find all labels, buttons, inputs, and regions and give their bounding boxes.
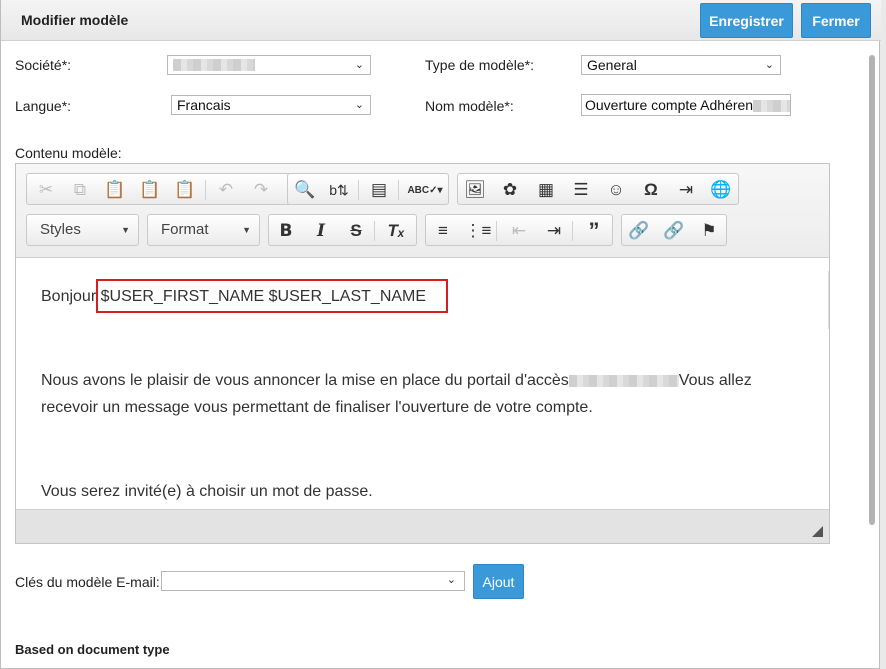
paragraph-group: ≡ ⋮≡ ⇤ ⇥ ”: [425, 214, 613, 246]
unlink-icon[interactable]: 🔗: [661, 219, 687, 243]
indent-icon[interactable]: ⇥: [541, 219, 567, 243]
insert-group: 🖼 ✿ ▦ ☰ ☺ Ω ⇥ 🌐: [457, 173, 739, 205]
outdent-icon[interactable]: ⇤: [506, 219, 532, 243]
find-icon[interactable]: 🔍: [292, 178, 318, 202]
rich-text-editor: ✂ ⧉ 📋 📋 📋 ↶ ↷ 🔍 b⇅ ▤ ABC ✓▾ 🖼 ✿ ▦ ☰ ☺ Ω …: [15, 163, 830, 544]
select-all-icon[interactable]: ▤: [366, 178, 392, 202]
link-icon[interactable]: 🔗: [626, 219, 652, 243]
dialog-title: Modifier modèle: [21, 12, 129, 28]
image-icon[interactable]: 🖼: [462, 178, 488, 202]
table-icon[interactable]: ▦: [533, 178, 559, 202]
toolbar-separator: [205, 180, 206, 200]
type-select[interactable]: General ⌄: [581, 55, 781, 75]
format-combo[interactable]: Format ▼: [147, 214, 260, 246]
spellcheck-glyph: ABC: [407, 184, 430, 196]
links-group: 🔗 🔗 ⚑: [621, 214, 727, 246]
paragraph-1-line-2: recevoir un message vous permettant de f…: [41, 399, 593, 416]
editor-status-bar: [16, 509, 829, 543]
redacted-value: [173, 59, 255, 72]
langue-value: Francais: [177, 97, 231, 113]
toolbar-separator: [398, 180, 399, 200]
nom-value: Ouverture compte Adhéren: [585, 97, 754, 113]
type-label: Type de modèle*:: [425, 57, 534, 73]
nom-input[interactable]: Ouverture compte Adhéren: [581, 94, 791, 116]
editor-content[interactable]: Bonjour $USER_FIRST_NAME $USER_LAST_NAME…: [16, 259, 829, 509]
highlight-box: [96, 279, 448, 313]
bulleted-list-icon[interactable]: ⋮≡: [465, 219, 492, 243]
edit-template-dialog: Modifier modèle Enregistrer Fermer Socié…: [0, 0, 881, 669]
editor-toolbar: ✂ ⧉ 📋 📋 📋 ↶ ↷ 🔍 b⇅ ▤ ABC ✓▾ 🖼 ✿ ▦ ☰ ☺ Ω …: [16, 164, 829, 258]
anchor-icon[interactable]: ⚑: [696, 219, 722, 243]
horizontal-rule-icon[interactable]: ☰: [568, 178, 594, 202]
keys-label: Clés du modèle E-mail:: [15, 574, 160, 590]
dropdown-arrow-icon: ▼: [121, 225, 130, 235]
paste-icon[interactable]: 📋: [102, 178, 128, 202]
content-divider: [828, 271, 829, 329]
bold-icon[interactable]: B: [273, 219, 299, 243]
blockquote-icon[interactable]: ”: [581, 218, 607, 243]
basic-styles-group: B I S Tₓ: [268, 214, 417, 246]
save-button[interactable]: Enregistrer: [700, 3, 793, 38]
section-title: Based on document type: [15, 642, 170, 657]
societe-label: Société*:: [15, 57, 72, 73]
chevron-down-icon: ⌄: [354, 99, 364, 111]
toolbar-separator: [572, 221, 573, 241]
paragraph-1-line-1: Nous avons le plaisir de vous annoncer l…: [41, 367, 752, 394]
editing-group: 🔍 b⇅ ▤ ABC ✓▾: [287, 173, 449, 205]
replace-icon[interactable]: b⇅: [326, 178, 352, 202]
chevron-down-icon: ⌄: [354, 59, 364, 71]
paste-text-icon[interactable]: 📋: [137, 178, 163, 202]
scrollbar-thumb[interactable]: [869, 55, 875, 525]
toolbar-separator: [496, 221, 497, 241]
societe-select[interactable]: ⌄: [167, 55, 371, 75]
paragraph-2: Vous serez invité(e) à choisir un mot de…: [41, 483, 373, 500]
remove-format-icon[interactable]: Tₓ: [383, 219, 409, 243]
para1-start: Nous avons le plaisir de vous annoncer l…: [41, 372, 569, 389]
chevron-down-icon: ⌄: [446, 574, 456, 586]
toolbar-separator: [358, 180, 359, 200]
dropdown-arrow-icon: ▼: [242, 225, 251, 235]
undo-icon[interactable]: ↶: [213, 178, 239, 202]
type-value: General: [587, 57, 637, 73]
resize-handle-icon[interactable]: [812, 526, 823, 537]
numbered-list-icon[interactable]: ≡: [430, 219, 456, 243]
chevron-down-icon: ⌄: [764, 59, 774, 71]
nom-label: Nom modèle*:: [425, 98, 514, 114]
spellcheck-icon[interactable]: ABC ✓▾: [406, 178, 444, 202]
iframe-icon[interactable]: 🌐: [708, 178, 734, 202]
cut-icon[interactable]: ✂: [33, 178, 59, 202]
format-label: Format: [161, 221, 209, 238]
toolbar-separator: [374, 221, 375, 241]
smiley-icon[interactable]: ☺: [603, 178, 629, 202]
flash-icon[interactable]: ✿: [497, 178, 523, 202]
redacted-value: [753, 100, 790, 113]
clipboard-group: ✂ ⧉ 📋 📋 📋 ↶ ↷: [26, 173, 298, 205]
add-key-button[interactable]: Ajout: [473, 564, 524, 599]
langue-label: Langue*:: [15, 98, 72, 114]
langue-select[interactable]: Francais ⌄: [171, 95, 371, 115]
special-char-icon[interactable]: Ω: [638, 178, 664, 202]
redacted-value: [568, 374, 679, 387]
strike-icon[interactable]: S: [343, 219, 369, 243]
styles-combo[interactable]: Styles ▼: [26, 214, 139, 246]
greeting-text: Bonjour: [41, 288, 97, 305]
redo-icon[interactable]: ↷: [248, 178, 274, 202]
page-break-icon[interactable]: ⇥: [673, 178, 699, 202]
contenu-label: Contenu modèle:: [15, 145, 122, 161]
close-button[interactable]: Fermer: [801, 3, 871, 38]
styles-label: Styles: [40, 221, 81, 238]
italic-icon[interactable]: I: [308, 219, 334, 243]
dialog-header: Modifier modèle Enregistrer Fermer: [1, 0, 881, 41]
paste-word-icon[interactable]: 📋: [172, 178, 198, 202]
para1-end: Vous allez: [678, 372, 752, 389]
copy-icon[interactable]: ⧉: [67, 178, 93, 202]
keys-select[interactable]: ⌄: [161, 571, 465, 591]
background-edge: [880, 0, 886, 669]
